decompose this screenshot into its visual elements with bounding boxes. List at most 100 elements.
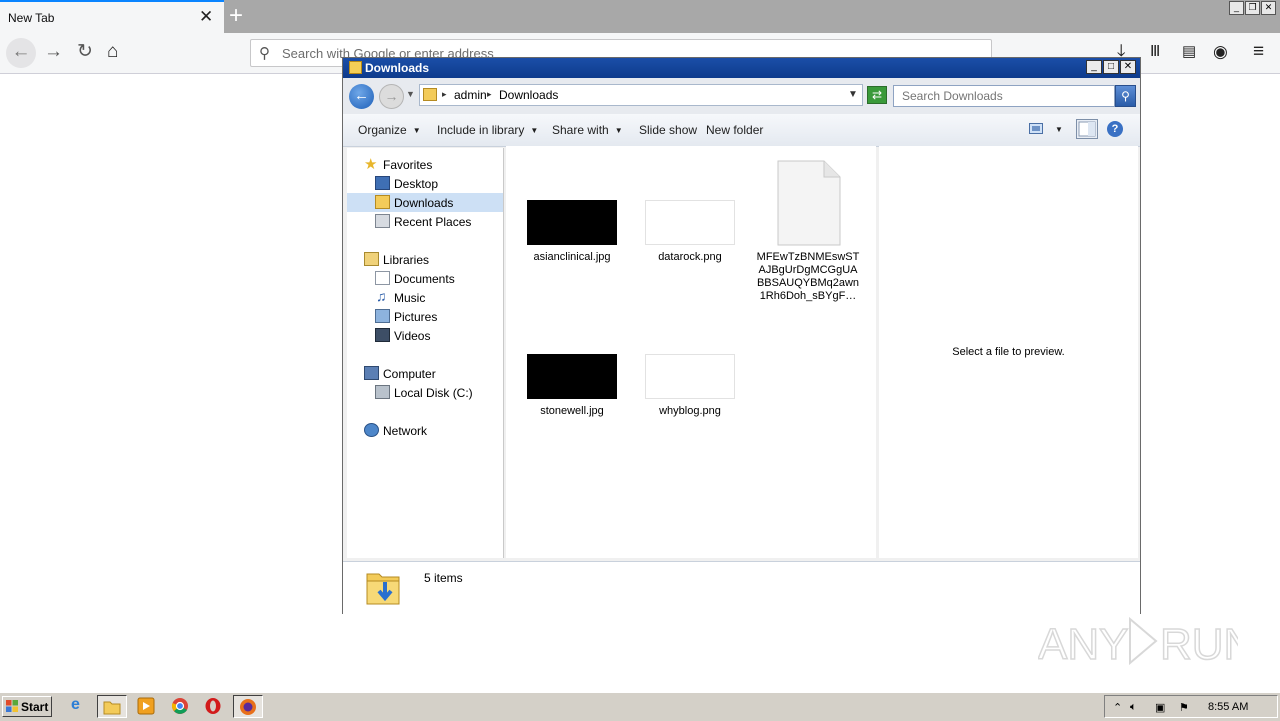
start-button[interactable]: Start <box>2 696 52 717</box>
sidebar-icon[interactable]: ▤ <box>1182 42 1196 62</box>
preview-pane-icon[interactable] <box>1076 119 1098 139</box>
nav-item-music[interactable]: ♫ Music <box>347 288 503 307</box>
libraries-icon <box>364 252 379 266</box>
nav-label: Favorites <box>383 158 433 172</box>
nav-item-pictures[interactable]: Pictures <box>347 307 503 326</box>
nav-label: Pictures <box>394 310 438 324</box>
windows-logo-icon <box>6 700 18 712</box>
refresh-button[interactable]: ⇄ <box>867 86 887 104</box>
reload-icon[interactable]: ↻ <box>77 42 93 62</box>
share-with-button[interactable]: Share with ▼ <box>552 123 623 137</box>
library-icon[interactable]: Ⅲ <box>1150 42 1160 62</box>
chevron-right-icon[interactable]: ▸ <box>442 89 447 100</box>
image-thumbnail <box>527 200 617 245</box>
nav-item-recent-places[interactable]: Recent Places <box>347 212 503 231</box>
network-status-icon[interactable]: ▣ <box>1155 701 1165 714</box>
include-in-library-button[interactable]: Include in library ▼ <box>437 123 538 137</box>
firefox-icon <box>240 699 256 715</box>
volume-icon[interactable]: 🔈︎ <box>1130 701 1137 714</box>
organize-button[interactable]: Organize ▼ <box>358 123 421 137</box>
taskbar-firefox[interactable] <box>233 695 263 718</box>
nav-label: Downloads <box>394 196 454 210</box>
preview-pane: Select a file to preview. <box>879 146 1138 558</box>
browser-minimize-button[interactable]: _ <box>1229 1 1244 15</box>
show-hidden-icons-icon[interactable]: ⌃ <box>1113 701 1122 714</box>
taskbar-media-player[interactable] <box>132 695 162 718</box>
slide-show-button[interactable]: Slide show <box>639 123 697 137</box>
nav-item-downloads[interactable]: Downloads <box>347 193 503 212</box>
chevron-right-icon[interactable]: ▸ <box>487 89 492 100</box>
file-list: asianclinical.jpg datarock.png MFEwTzBNM… <box>506 146 876 558</box>
tab-close-icon[interactable]: ✕ <box>199 7 213 27</box>
minimize-button[interactable]: _ <box>1086 60 1102 74</box>
chevron-down-icon: ▼ <box>412 126 421 135</box>
change-view-icon[interactable] <box>1029 123 1043 134</box>
item-count: 5 items <box>424 571 463 585</box>
home-icon[interactable]: ⌂ <box>107 42 118 62</box>
taskbar-chrome[interactable] <box>166 695 196 718</box>
taskbar-internet-explorer[interactable]: e <box>65 695 95 718</box>
browser-tab[interactable]: New Tab ✕ <box>0 0 224 33</box>
close-button[interactable]: ✕ <box>1120 60 1136 74</box>
nav-item-local-disk[interactable]: Local Disk (C:) <box>347 383 503 402</box>
nav-item-favorites[interactable]: ★ Favorites <box>347 155 503 174</box>
menu-icon[interactable]: ≡ <box>1253 42 1264 62</box>
chevron-down-icon: ▼ <box>530 126 539 135</box>
image-thumbnail <box>527 354 617 399</box>
file-name: stonewell.jpg <box>540 405 604 417</box>
back-icon[interactable]: ← <box>6 38 36 68</box>
search-input[interactable] <box>900 88 1104 104</box>
account-icon[interactable]: ◉ <box>1213 42 1228 62</box>
browser-restore-button[interactable]: ❐ <box>1245 1 1260 15</box>
nav-item-desktop[interactable]: Desktop <box>347 174 503 193</box>
folder-icon <box>349 61 362 74</box>
nav-label: Documents <box>394 272 455 286</box>
address-bar[interactable]: ▸ admin ▸ Downloads ▼ <box>419 84 863 106</box>
search-icon: ⚲ <box>259 45 270 62</box>
breadcrumb-downloads[interactable]: Downloads <box>499 88 558 102</box>
help-icon[interactable]: ? <box>1107 121 1123 137</box>
new-tab-icon[interactable]: + <box>229 2 243 30</box>
recent-places-icon <box>375 214 390 228</box>
taskbar-opera[interactable] <box>199 695 229 718</box>
view-options-chevron-icon[interactable]: ▼ <box>1055 125 1063 134</box>
new-folder-button[interactable]: New folder <box>706 123 763 137</box>
search-icon[interactable]: ⚲ <box>1115 85 1136 107</box>
start-label: Start <box>21 700 49 714</box>
explorer-title-bar[interactable]: Downloads _ □ ✕ <box>343 58 1140 78</box>
browser-tab-strip: New Tab ✕ + _ ❐ ✕ <box>0 0 1280 33</box>
svg-text:ANY: ANY <box>1038 620 1128 669</box>
search-box[interactable] <box>893 85 1115 107</box>
svg-text:RUN: RUN <box>1160 620 1238 669</box>
file-name: whyblog.png <box>659 405 721 417</box>
chevron-down-icon[interactable]: ▼ <box>848 89 858 100</box>
browser-close-button[interactable]: ✕ <box>1261 1 1276 15</box>
maximize-button[interactable]: □ <box>1103 60 1119 74</box>
pictures-icon <box>375 309 390 323</box>
opera-icon <box>205 698 221 714</box>
breadcrumb-admin[interactable]: admin <box>454 88 487 102</box>
taskbar-explorer[interactable] <box>97 695 127 718</box>
nav-item-libraries[interactable]: Libraries <box>347 250 503 269</box>
nav-item-videos[interactable]: Videos <box>347 326 503 345</box>
image-thumbnail <box>645 354 735 399</box>
explorer-window: Downloads _ □ ✕ ← → ▼ ▸ admin ▸ Download… <box>342 57 1141 614</box>
nav-item-computer[interactable]: Computer <box>347 364 503 383</box>
music-icon: ♫ <box>376 288 387 304</box>
star-icon: ★ <box>364 156 378 173</box>
nav-label: Videos <box>394 329 431 343</box>
clock[interactable]: 8:55 AM <box>1208 701 1248 713</box>
file-name: MFEwTzBNMEswSTAJBgUrDgMCGgUABBSAUQYBMq2a… <box>756 251 860 302</box>
chrome-icon <box>172 698 188 714</box>
back-button[interactable]: ← <box>349 84 374 109</box>
nav-item-network[interactable]: Network <box>347 421 503 440</box>
recent-pages-icon[interactable]: ▼ <box>406 89 415 99</box>
file-name: asianclinical.jpg <box>533 251 611 263</box>
nav-item-documents[interactable]: Documents <box>347 269 503 288</box>
action-center-flag-icon[interactable]: ⚑ <box>1179 701 1189 714</box>
hard-drive-icon <box>375 385 390 399</box>
forward-icon[interactable]: → <box>44 42 63 62</box>
browser-tab-title: New Tab <box>8 11 55 25</box>
forward-button[interactable]: → <box>379 84 404 109</box>
system-tray: ⌃ 🔈︎ ▣ ⚑ <box>1104 695 1278 718</box>
